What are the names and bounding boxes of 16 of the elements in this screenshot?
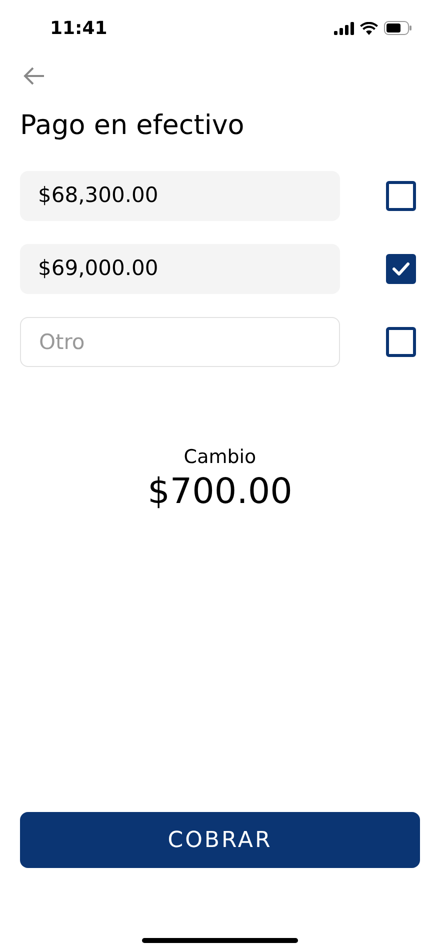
checkbox[interactable] xyxy=(386,180,416,210)
change-amount: $700.00 xyxy=(148,471,292,514)
battery-icon xyxy=(384,21,412,35)
checkbox[interactable] xyxy=(386,326,416,356)
amount-input-field[interactable]: Otro xyxy=(20,316,340,366)
status-time: 11:41 xyxy=(50,16,108,40)
change-label: Cambio xyxy=(184,444,256,470)
amount-option[interactable]: $68,300.00 xyxy=(20,170,340,220)
signal-icon xyxy=(334,22,354,34)
wifi-icon xyxy=(360,22,378,34)
charge-button[interactable]: COBRAR xyxy=(20,812,420,868)
check-icon xyxy=(392,262,410,276)
page-title: Pago en efectivo xyxy=(19,109,246,143)
checkbox[interactable] xyxy=(386,254,416,284)
amount-option[interactable]: $69,000.00 xyxy=(20,244,340,294)
back-arrow-icon[interactable] xyxy=(22,66,46,86)
